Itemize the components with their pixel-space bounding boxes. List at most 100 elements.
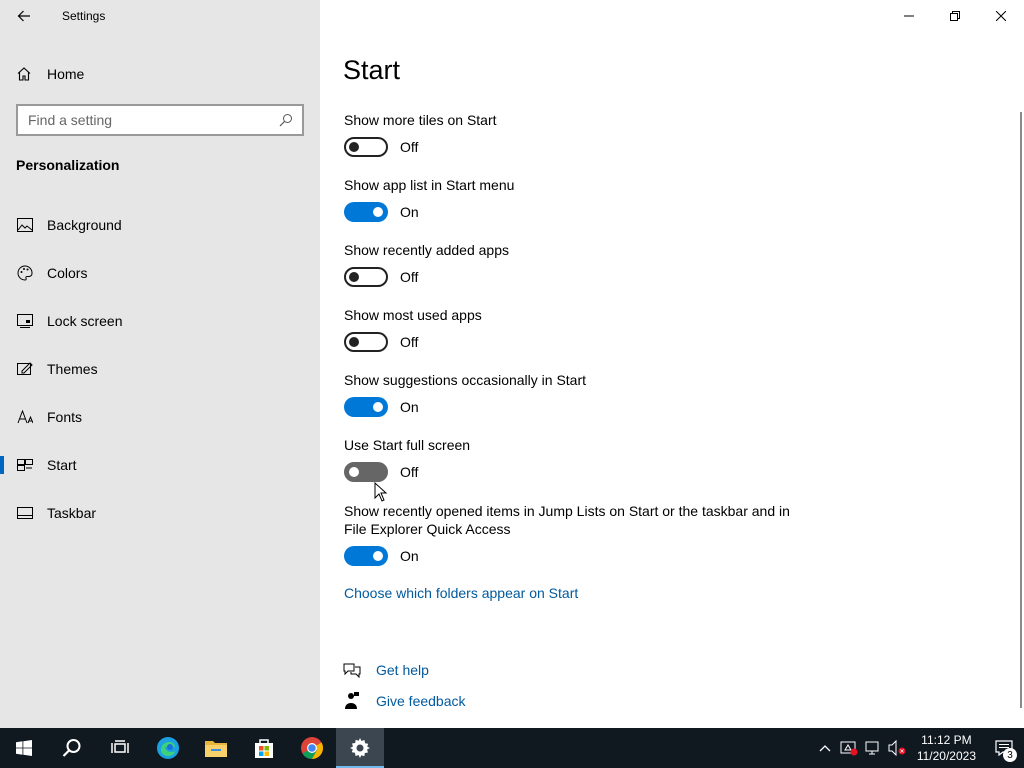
toggle-state: On [400,399,419,415]
restore-button[interactable] [932,0,978,32]
page-title: Start [343,55,401,85]
toggle-knob [349,467,359,477]
sidebar-item-home[interactable]: Home [16,60,306,88]
microsoft-store-icon [255,739,273,758]
setting-more-tiles: Show more tiles on Start Off [344,111,804,157]
notification-badge: 3 [1003,748,1017,762]
toggle-more-tiles[interactable]: Off [344,137,804,157]
close-button[interactable] [978,0,1024,32]
palette-icon [16,264,34,282]
setting-label: Show most used apps [344,307,482,323]
chrome-taskbar-button[interactable] [288,728,336,768]
sidebar-item-label: Lock screen [47,313,123,329]
restore-icon [950,11,960,21]
search-box[interactable] [16,104,304,136]
toggle-state: On [400,204,419,220]
toggle-app-list[interactable]: On [344,202,804,222]
give-feedback-row[interactable]: Give feedback [342,691,466,711]
back-arrow-icon [17,10,30,22]
sidebar-item-themes[interactable]: Themes [0,349,320,389]
get-help-link[interactable]: Get help [376,662,429,678]
toggle-switch[interactable] [344,202,388,222]
sidebar-item-colors[interactable]: Colors [0,253,320,293]
start-button[interactable] [0,728,48,768]
sidebar: Settings Home Personalization Background… [0,0,320,728]
toggle-state: Off [400,139,419,155]
volume-button[interactable] [885,728,909,768]
taskbar: 11:12 PM 11/20/2023 3 [0,728,1024,768]
give-feedback-link[interactable]: Give feedback [376,693,466,709]
sidebar-item-label: Taskbar [47,505,97,521]
gear-icon [350,738,370,758]
toggle-knob [349,337,359,347]
setting-most-used: Show most used apps Off [344,306,804,352]
main-content: Start Show more tiles on Start Off Show … [320,0,1024,728]
sidebar-item-fonts[interactable]: Fonts [0,397,320,437]
task-view-button[interactable] [96,728,144,768]
sidebar-item-home-label: Home [47,66,85,82]
mouse-cursor-icon [374,482,388,502]
themes-icon [16,360,34,378]
taskbar-search-button[interactable] [48,728,96,768]
security-warning-icon [840,741,858,756]
toggle-knob [373,402,383,412]
store-taskbar-button[interactable] [240,728,288,768]
search-icon[interactable] [274,108,298,132]
clock-date: 11/20/2023 [916,749,976,763]
sidebar-item-start[interactable]: Start [0,445,320,485]
start-icon [16,456,34,474]
edge-taskbar-button[interactable] [144,728,192,768]
file-explorer-icon [205,741,227,757]
toggle-switch[interactable] [344,397,388,417]
toggle-knob [373,207,383,217]
sidebar-item-lock-screen[interactable]: Lock screen [0,301,320,341]
home-icon [17,67,31,81]
setting-label: Use Start full screen [344,437,471,453]
toggle-switch[interactable] [344,546,388,566]
network-button[interactable] [861,728,885,768]
minimize-button[interactable] [886,0,932,32]
edge-icon [157,737,179,759]
action-center-button[interactable]: 3 [984,728,1024,768]
toggle-switch[interactable] [344,137,388,157]
toggle-recently-added[interactable]: Off [344,267,804,287]
background-icon [16,216,34,234]
toggle-most-used[interactable]: Off [344,332,804,352]
clock[interactable]: 11:12 PM 11/20/2023 [909,732,984,764]
search-input[interactable] [18,112,274,128]
chrome-icon [301,737,323,759]
toggle-jump-lists[interactable]: On [344,546,804,566]
back-button[interactable] [8,0,40,32]
get-help-row[interactable]: Get help [342,660,429,680]
lock-screen-icon [16,312,34,330]
setting-label: Show more tiles on Start [344,112,497,128]
scrollbar[interactable] [1020,112,1022,708]
show-hidden-icons-button[interactable] [813,728,837,768]
toggle-knob [349,142,359,152]
setting-label: Show suggestions occasionally in Start [344,372,587,388]
toggle-full-screen[interactable]: Off [344,462,804,482]
fonts-icon [16,408,34,426]
minimize-icon [904,15,914,17]
toggle-switch[interactable] [344,462,388,482]
sidebar-item-background[interactable]: Background [0,205,320,245]
sidebar-item-label: Background [47,217,122,233]
system-tray: 11:12 PM 11/20/2023 3 [813,728,1024,768]
sidebar-item-label: Fonts [47,409,83,425]
tray-app-button[interactable] [837,728,861,768]
sidebar-item-taskbar[interactable]: Taskbar [0,493,320,533]
toggle-switch[interactable] [344,332,388,352]
setting-app-list: Show app list in Start menu On [344,176,804,222]
setting-jump-lists: Show recently opened items in Jump Lists… [344,502,804,566]
choose-folders-link[interactable]: Choose which folders appear on Start [344,585,578,601]
close-icon [996,11,1006,21]
sidebar-item-label: Start [47,457,77,473]
settings-taskbar-button[interactable] [336,728,384,768]
folders-link-container: Choose which folders appear on Start [344,585,578,603]
toggle-suggestions[interactable]: On [344,397,804,417]
sidebar-item-label: Colors [47,265,88,281]
volume-muted-icon [888,740,906,756]
toggle-switch[interactable] [344,267,388,287]
help-chat-icon [342,660,362,680]
file-explorer-taskbar-button[interactable] [192,728,240,768]
